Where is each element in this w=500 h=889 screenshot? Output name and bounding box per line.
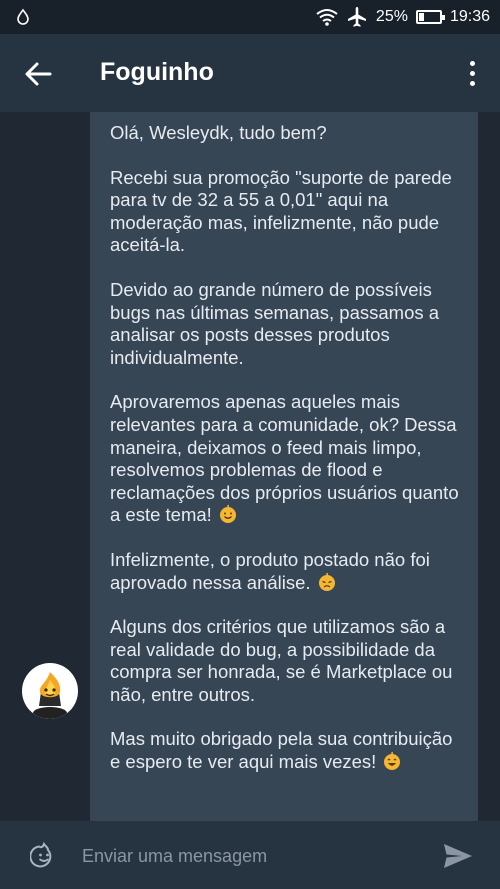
message-paragraph: Mas muito obrigado pela sua contribuição… [110,728,460,773]
status-icons: 25% 19:36 [316,0,490,34]
chat-title: Foguinho [100,58,214,86]
status-bar: 25% 19:36 [0,0,500,34]
send-icon[interactable] [442,841,474,871]
message-paragraph: Alguns dos critérios que utilizamos são … [110,616,453,705]
menu-dot [469,80,475,86]
message-paragraph: Recebi sua promoção "suporte de parede p… [110,166,452,256]
message-bubble: Olá, Wesleydk, tudo bem? Recebi sua prom… [90,112,478,821]
message-paragraph: Aprovaremos apenas aqueles mais relevant… [110,391,460,527]
airplane-icon [347,7,366,27]
grinning-emoji-icon [384,751,401,771]
chat-area: Olá, Wesleydk, tudo bem? Recebi sua prom… [0,112,500,821]
message-paragraph: Devido ao grande número de possíveis bug… [110,278,440,368]
message-text: Infelizmente, o produto postado não foi … [110,548,430,593]
message-composer [0,821,500,889]
status-time: 19:36 [449,8,490,25]
flame-avatar-icon[interactable] [22,663,78,719]
smiling-emoji-icon [219,505,236,524]
back-arrow-icon[interactable] [18,54,58,94]
message-paragraph: Infelizmente, o produto postado não foi … [110,549,460,594]
menu-dot [469,60,475,66]
wifi-icon [316,9,338,26]
app-bar: Foguinho [0,34,500,112]
menu-dot [469,70,475,76]
sad-emoji-icon [318,572,335,591]
battery-icon [415,10,445,24]
message-input[interactable] [82,841,412,871]
message-greeting: Olá, Wesleydk, tudo bem? [110,122,327,143]
more-vert-icon[interactable] [460,56,484,90]
message-text: Aprovaremos apenas aqueles mais relevant… [110,391,459,526]
emoji-icon[interactable] [30,841,58,869]
water-drop-icon [17,8,29,25]
battery-percent: 25% [375,8,408,25]
battery-level [418,13,425,21]
